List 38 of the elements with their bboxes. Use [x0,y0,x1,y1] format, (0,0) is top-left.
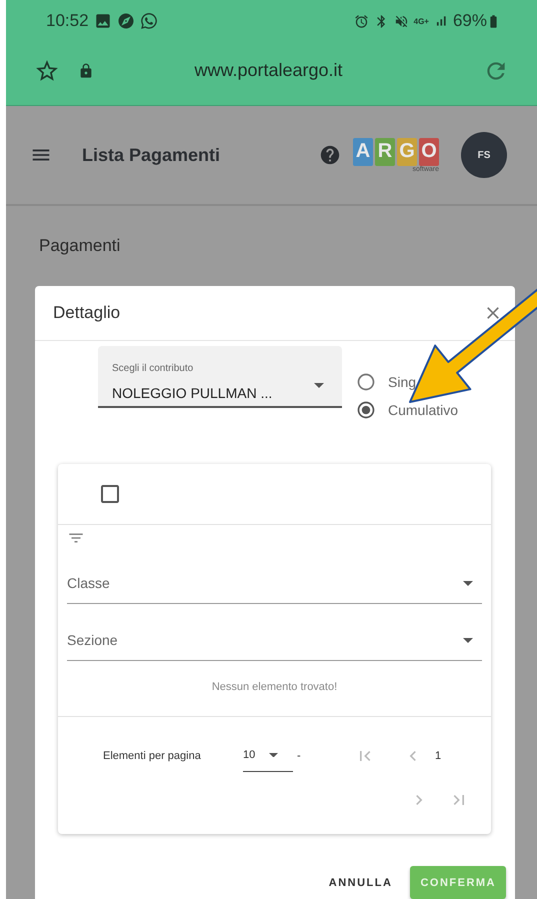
select-all-checkbox[interactable] [98,482,122,506]
rows-per-page-select[interactable]: 10 [243,749,293,772]
logo-letter: G [397,138,417,166]
dialog-title: Dettaglio [53,303,120,323]
app-title: Lista Pagamenti [82,144,222,166]
user-avatar[interactable]: FS [461,132,507,178]
compass-notification-icon [116,12,135,30]
logo-letter: A [353,138,373,166]
contribution-select[interactable]: Scegli il contributo NOLEGGIO PULLMAN ... [98,346,342,408]
chat-notification-icon [140,12,158,30]
logo-letter: R [375,138,395,166]
help-icon[interactable] [319,144,341,166]
url-text[interactable]: www.portaleargo.it [112,60,425,81]
radio-label[interactable]: Cumulativo [388,402,458,418]
dropdown-caret-icon [269,752,278,758]
filter-select[interactable]: Sezione [67,620,482,661]
lock-icon [78,62,94,78]
status-time: 10:52 [46,11,89,31]
dropdown-caret-icon [463,580,473,586]
bookmark-star-icon[interactable] [34,58,60,84]
radio-button[interactable] [356,400,376,420]
empty-message: Nessun elemento trovato! [210,681,338,693]
picture-notification-icon [94,12,112,30]
page-heading: Pagamenti [39,236,122,256]
alarm-icon [354,14,369,28]
mute-icon [394,14,409,28]
dropdown-caret-icon [314,383,324,388]
filter-select[interactable]: Classe [67,563,482,604]
rows-per-page-label: Elementi per pagina [103,750,202,762]
network-type: 4G+ [414,16,429,26]
battery-percent: 69% [452,11,487,31]
radio-button[interactable] [356,372,376,392]
page-number: 1 [435,750,442,762]
dropdown-caret-icon [463,638,473,642]
page-range: - [297,750,302,762]
cancel-button[interactable]: ANNULLA [328,866,392,899]
radio-label[interactable]: Sing [388,374,416,390]
logo-letter: O [419,138,439,166]
